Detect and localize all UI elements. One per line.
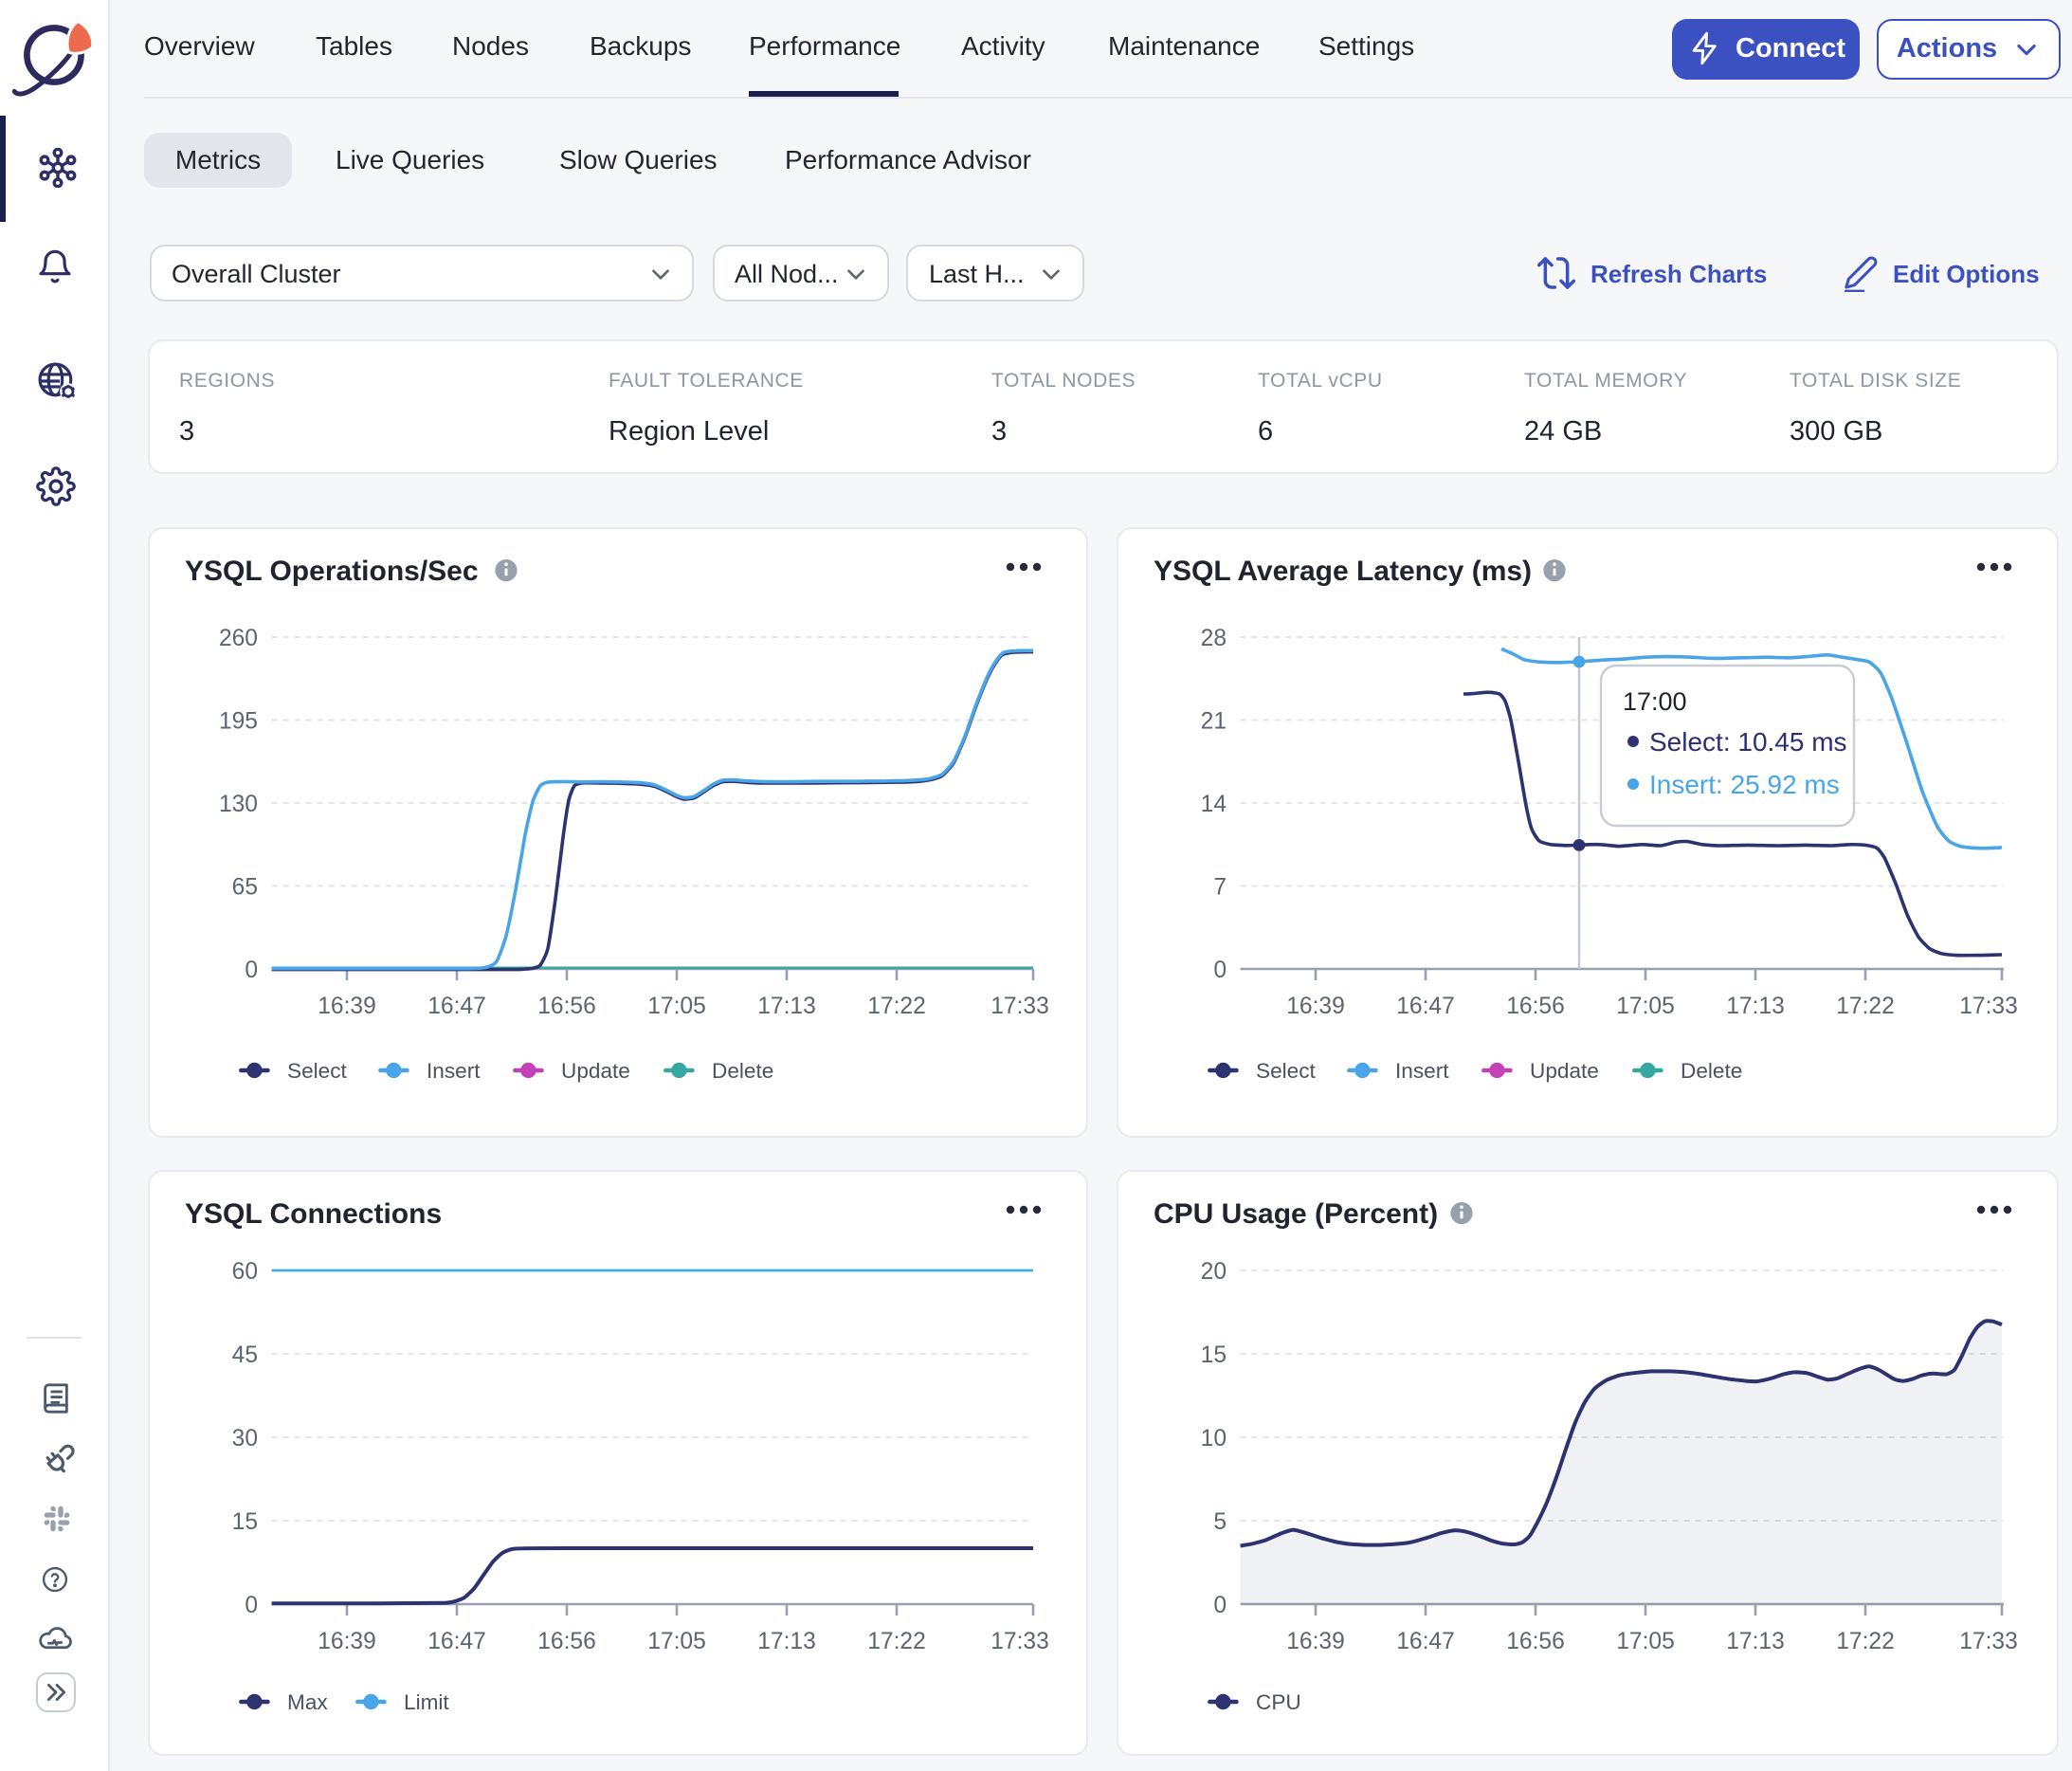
svg-text:16:47: 16:47 — [1396, 993, 1455, 1018]
svg-text:Update: Update — [1530, 1058, 1599, 1082]
svg-text:21: 21 — [1201, 708, 1227, 734]
svg-text:CPU Usage (Percent): CPU Usage (Percent) — [1154, 1198, 1438, 1230]
svg-text:Select: Select — [1256, 1058, 1317, 1082]
svg-text:17:33: 17:33 — [1959, 993, 2018, 1018]
svg-text:16:47: 16:47 — [427, 1629, 486, 1654]
svg-text:YSQL Average Latency (ms): YSQL Average Latency (ms) — [1154, 555, 1532, 586]
svg-text:45: 45 — [232, 1342, 258, 1368]
svg-text:Insert: Insert — [1395, 1058, 1449, 1082]
svg-text:17:22: 17:22 — [867, 993, 926, 1018]
svg-text:28: 28 — [1201, 625, 1227, 650]
svg-text:10: 10 — [1201, 1426, 1227, 1451]
svg-text:5: 5 — [1213, 1509, 1227, 1535]
svg-text:17:00: 17:00 — [1623, 686, 1687, 715]
svg-text:Update: Update — [561, 1058, 630, 1082]
svg-text:195: 195 — [219, 708, 258, 734]
svg-text:16:47: 16:47 — [1396, 1629, 1455, 1654]
svg-text:17:22: 17:22 — [1836, 1629, 1895, 1654]
svg-text:20: 20 — [1201, 1259, 1227, 1285]
svg-text:0: 0 — [1213, 957, 1227, 982]
svg-text:17:33: 17:33 — [1959, 1629, 2018, 1654]
svg-text:17:13: 17:13 — [1726, 993, 1785, 1018]
svg-text:17:05: 17:05 — [1616, 993, 1675, 1018]
svg-text:0: 0 — [245, 957, 258, 982]
svg-text:0: 0 — [1213, 1593, 1227, 1618]
svg-text:16:56: 16:56 — [537, 993, 596, 1018]
svg-text:Delete: Delete — [712, 1058, 773, 1082]
svg-text:Insert: Insert — [427, 1058, 481, 1082]
svg-text:16:56: 16:56 — [1506, 993, 1565, 1018]
svg-text:14: 14 — [1201, 791, 1227, 816]
svg-text:17:22: 17:22 — [867, 1629, 926, 1654]
svg-text:17:22: 17:22 — [1836, 993, 1895, 1018]
svg-text:15: 15 — [1201, 1342, 1227, 1368]
svg-text:16:47: 16:47 — [427, 993, 486, 1018]
svg-text:CPU: CPU — [1256, 1690, 1301, 1714]
svg-text:60: 60 — [232, 1259, 258, 1285]
svg-text:16:56: 16:56 — [537, 1629, 596, 1654]
svg-text:65: 65 — [232, 874, 258, 900]
svg-text:16:39: 16:39 — [318, 1629, 376, 1654]
svg-text:16:56: 16:56 — [1506, 1629, 1565, 1654]
svg-text:30: 30 — [232, 1426, 258, 1451]
svg-text:17:05: 17:05 — [1616, 1629, 1675, 1654]
svg-text:Max: Max — [287, 1690, 328, 1714]
svg-text:130: 130 — [219, 791, 258, 816]
svg-text:17:13: 17:13 — [1726, 1629, 1785, 1654]
svg-text:16:39: 16:39 — [1286, 993, 1345, 1018]
svg-text:17:33: 17:33 — [991, 1629, 1049, 1654]
svg-text:16:39: 16:39 — [1286, 1629, 1345, 1654]
svg-text:17:05: 17:05 — [647, 993, 706, 1018]
svg-text:17:33: 17:33 — [991, 993, 1049, 1018]
svg-text:0: 0 — [245, 1593, 258, 1618]
svg-text:YSQL Operations/Sec: YSQL Operations/Sec — [185, 555, 479, 586]
svg-text:Insert: 25.92 ms: Insert: 25.92 ms — [1649, 769, 1840, 798]
svg-text:17:13: 17:13 — [757, 993, 816, 1018]
svg-text:260: 260 — [219, 625, 258, 650]
svg-text:YSQL Connections: YSQL Connections — [185, 1198, 442, 1230]
svg-text:Select: Select — [287, 1058, 348, 1082]
svg-text:7: 7 — [1213, 874, 1227, 900]
svg-text:17:05: 17:05 — [647, 1629, 706, 1654]
svg-text:Limit: Limit — [404, 1690, 449, 1714]
svg-text:15: 15 — [232, 1509, 258, 1535]
svg-text:Delete: Delete — [1681, 1058, 1742, 1082]
svg-text:16:39: 16:39 — [318, 993, 376, 1018]
svg-text:Select: 10.45 ms: Select: 10.45 ms — [1649, 726, 1847, 756]
svg-text:17:13: 17:13 — [757, 1629, 816, 1654]
